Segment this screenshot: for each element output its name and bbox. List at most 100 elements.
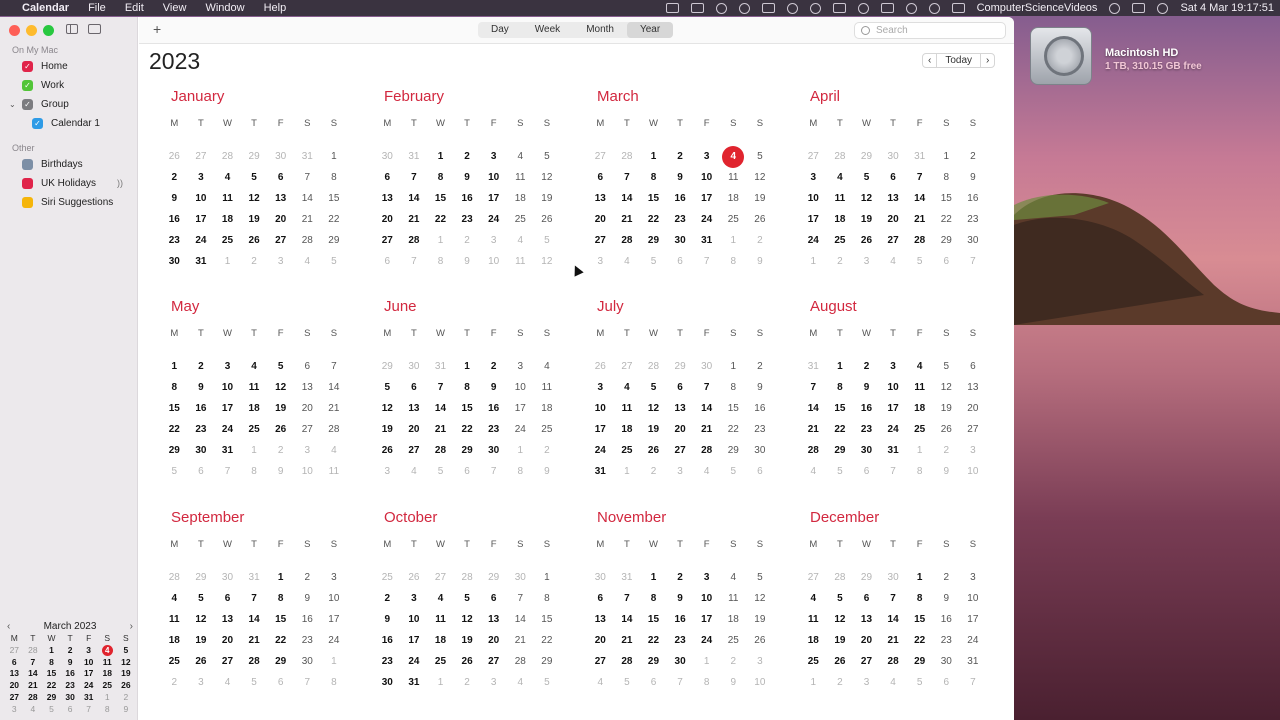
day-cell[interactable]: 2 xyxy=(933,567,960,588)
day-cell[interactable]: 30 xyxy=(667,230,694,251)
day-cell[interactable]: 26 xyxy=(401,567,428,588)
day-cell[interactable]: 26 xyxy=(188,651,215,672)
day-cell[interactable]: 30 xyxy=(294,651,321,672)
day-cell[interactable]: 28 xyxy=(693,440,720,461)
day-cell[interactable]: 1 xyxy=(800,672,827,693)
day-cell[interactable]: 28 xyxy=(427,440,454,461)
day-cell[interactable]: 18 xyxy=(800,630,827,651)
day-cell[interactable]: 15 xyxy=(640,609,667,630)
day-cell[interactable]: 20 xyxy=(960,398,987,419)
calendar-item-uk-holidays[interactable]: UK Holidays )) xyxy=(0,174,138,192)
day-cell[interactable]: 26 xyxy=(161,146,188,167)
day-cell[interactable]: 4 xyxy=(614,251,641,272)
day-cell[interactable]: 29 xyxy=(853,567,880,588)
day-cell[interactable]: 23 xyxy=(667,630,694,651)
day-cell[interactable]: 22 xyxy=(454,419,481,440)
day-cell[interactable]: 11 xyxy=(906,377,933,398)
day-cell[interactable]: 6 xyxy=(667,251,694,272)
day-cell[interactable]: 27 xyxy=(853,651,880,672)
day-cell[interactable]: 31 xyxy=(214,440,241,461)
day-cell[interactable]: 4 xyxy=(241,356,268,377)
day-cell[interactable]: 5 xyxy=(534,672,561,693)
day-cell[interactable]: 23 xyxy=(853,419,880,440)
day-cell[interactable]: 22 xyxy=(720,419,747,440)
search-spotlight-icon[interactable] xyxy=(1109,2,1121,14)
day-cell[interactable]: 30 xyxy=(747,440,774,461)
day-cell[interactable]: 12 xyxy=(827,609,854,630)
day-cell[interactable]: 31 xyxy=(188,251,215,272)
day-cell[interactable]: 1 xyxy=(214,251,241,272)
day-cell[interactable]: 10 xyxy=(587,398,614,419)
day-cell[interactable]: 27 xyxy=(267,230,294,251)
day-cell[interactable]: 11 xyxy=(800,609,827,630)
day-cell[interactable]: 4 xyxy=(800,588,827,609)
day-cell[interactable]: 26 xyxy=(933,419,960,440)
day-cell[interactable]: 17 xyxy=(188,209,215,230)
day-cell[interactable]: 19 xyxy=(933,398,960,419)
day-cell[interactable]: 21 xyxy=(614,209,641,230)
day-cell[interactable]: 29 xyxy=(640,230,667,251)
day-cell[interactable]: 29 xyxy=(640,651,667,672)
day-cell[interactable]: 21 xyxy=(294,209,321,230)
day-cell[interactable]: 5 xyxy=(188,588,215,609)
day-cell[interactable]: 8 xyxy=(427,251,454,272)
day-cell[interactable]: 28 xyxy=(827,146,854,167)
day-cell[interactable]: 11 xyxy=(720,167,747,188)
menu-help[interactable]: Help xyxy=(264,2,287,14)
month-name[interactable]: April xyxy=(810,88,840,105)
day-cell[interactable]: 23 xyxy=(161,230,188,251)
day-cell[interactable]: 31 xyxy=(614,567,641,588)
day-cell[interactable]: 25 xyxy=(614,440,641,461)
day-cell[interactable]: 2 xyxy=(960,146,987,167)
day-cell[interactable]: 5 xyxy=(640,251,667,272)
day-cell[interactable]: 11 xyxy=(507,167,534,188)
mini-day-cell[interactable]: 12 xyxy=(117,657,136,669)
day-cell[interactable]: 2 xyxy=(161,672,188,693)
mini-day-cell[interactable]: 24 xyxy=(79,680,98,692)
mini-day-cell[interactable]: 15 xyxy=(42,668,61,680)
day-cell[interactable]: 7 xyxy=(480,461,507,482)
day-cell[interactable]: 17 xyxy=(693,609,720,630)
siri-icon[interactable] xyxy=(1157,2,1169,14)
view-week-button[interactable]: Week xyxy=(522,22,573,38)
day-cell[interactable]: 28 xyxy=(214,146,241,167)
day-cell[interactable]: 25 xyxy=(906,419,933,440)
day-cell[interactable]: 2 xyxy=(827,672,854,693)
day-cell[interactable]: 24 xyxy=(960,630,987,651)
mini-day-cell[interactable]: 9 xyxy=(117,704,136,716)
day-cell[interactable]: 19 xyxy=(188,630,215,651)
day-cell[interactable]: 26 xyxy=(747,630,774,651)
day-cell[interactable]: 27 xyxy=(214,651,241,672)
wifi-icon[interactable] xyxy=(857,2,869,14)
day-cell[interactable]: 4 xyxy=(161,588,188,609)
day-cell[interactable]: 20 xyxy=(853,630,880,651)
day-cell[interactable]: 8 xyxy=(321,167,348,188)
mini-day-cell[interactable]: 7 xyxy=(79,704,98,716)
day-cell[interactable]: 7 xyxy=(401,251,428,272)
day-cell[interactable]: 1 xyxy=(534,567,561,588)
day-cell[interactable]: 9 xyxy=(933,588,960,609)
day-cell[interactable]: 20 xyxy=(880,209,907,230)
mini-day-cell[interactable]: 3 xyxy=(5,704,24,716)
day-cell[interactable]: 14 xyxy=(614,188,641,209)
day-cell[interactable]: 20 xyxy=(374,209,401,230)
day-cell[interactable]: 28 xyxy=(507,651,534,672)
day-cell[interactable]: 30 xyxy=(933,651,960,672)
day-cell[interactable]: 3 xyxy=(188,672,215,693)
mini-day-cell[interactable]: 3 xyxy=(79,645,98,657)
day-cell[interactable]: 26 xyxy=(374,440,401,461)
day-cell[interactable]: 15 xyxy=(640,188,667,209)
day-cell[interactable]: 24 xyxy=(401,651,428,672)
day-cell[interactable]: 9 xyxy=(374,609,401,630)
day-cell[interactable]: 12 xyxy=(534,167,561,188)
day-cell[interactable]: 6 xyxy=(374,167,401,188)
day-cell[interactable]: 21 xyxy=(321,398,348,419)
day-cell[interactable]: 6 xyxy=(480,588,507,609)
day-cell[interactable]: 1 xyxy=(800,251,827,272)
day-cell[interactable]: 26 xyxy=(747,209,774,230)
day-cell[interactable]: 31 xyxy=(294,146,321,167)
day-cell[interactable]: 20 xyxy=(480,630,507,651)
day-cell[interactable]: 5 xyxy=(906,251,933,272)
day-cell[interactable]: 27 xyxy=(880,230,907,251)
day-cell[interactable]: 15 xyxy=(720,398,747,419)
